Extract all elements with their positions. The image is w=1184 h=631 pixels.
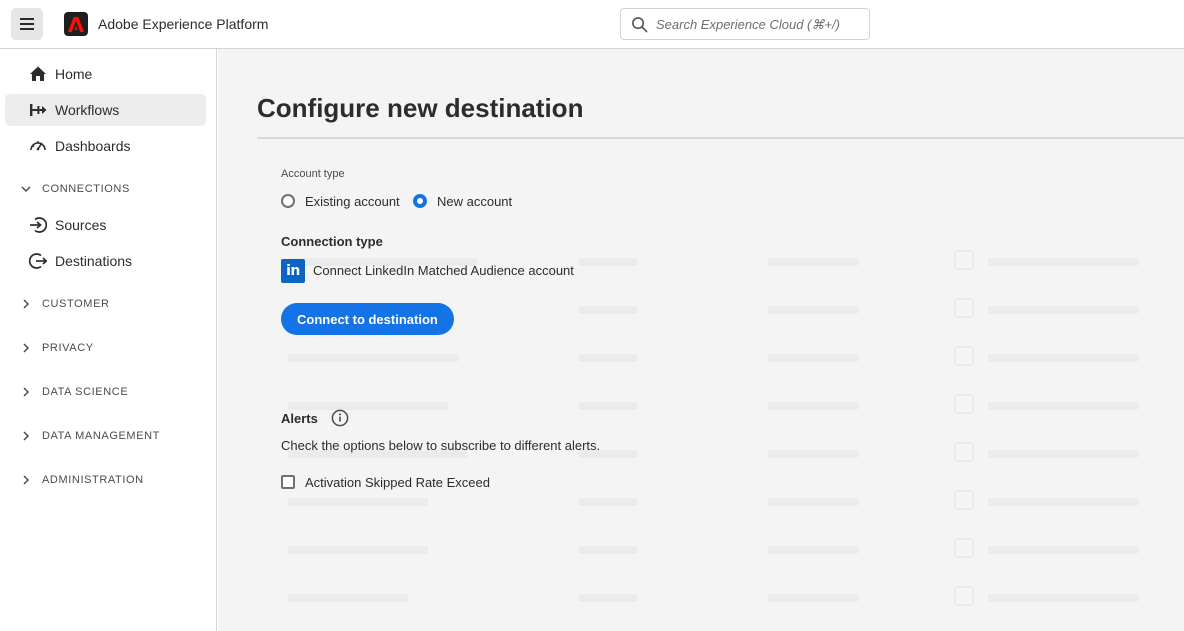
section-administration[interactable]: ADMINISTRATION	[20, 470, 144, 490]
section-label: PRIVACY	[42, 342, 94, 354]
section-data-science[interactable]: DATA SCIENCE	[20, 382, 128, 402]
title-divider	[257, 137, 1184, 139]
menu-toggle-button[interactable]	[11, 8, 43, 40]
page-title: Configure new destination	[257, 93, 584, 123]
adobe-logo-icon	[68, 16, 84, 32]
chevron-right-icon	[20, 474, 32, 486]
radio-new-account[interactable]: New account	[413, 191, 512, 211]
sidebar-item-sources[interactable]: Sources	[5, 209, 206, 241]
alerts-heading: Alerts	[281, 409, 349, 427]
linkedin-connection: in Connect LinkedIn Matched Audience acc…	[281, 258, 574, 283]
sidebar-item-home[interactable]: Home	[5, 58, 206, 90]
section-customer[interactable]: CUSTOMER	[20, 294, 110, 314]
radio-button[interactable]	[281, 194, 295, 208]
background-row	[278, 538, 1158, 559]
workflows-icon	[28, 100, 48, 120]
radio-button-selected[interactable]	[413, 194, 427, 208]
sidebar: Home Workflows Dashboards CONNECTIONS So…	[0, 49, 217, 631]
linkedin-logo-text: in	[286, 262, 300, 279]
checkbox[interactable]	[281, 475, 295, 489]
search-icon	[632, 16, 648, 32]
adobe-logo[interactable]	[64, 12, 88, 36]
sidebar-item-label: Sources	[55, 217, 107, 233]
sidebar-item-label: Dashboards	[55, 138, 131, 154]
linkedin-logo-icon: in	[281, 258, 305, 283]
sidebar-item-label: Workflows	[55, 102, 120, 118]
dashboard-icon	[28, 136, 48, 156]
section-label: DATA SCIENCE	[42, 386, 129, 398]
sidebar-item-destinations[interactable]: Destinations	[5, 245, 206, 277]
sidebar-item-dashboards[interactable]: Dashboards	[5, 130, 206, 162]
chevron-right-icon	[20, 342, 32, 354]
connect-to-destination-button[interactable]: Connect to destination	[281, 303, 454, 335]
sidebar-item-label: Destinations	[55, 253, 133, 269]
radio-label: Existing account	[305, 193, 400, 209]
connection-label: Connect LinkedIn Matched Audience accoun…	[313, 263, 574, 278]
chevron-right-icon	[20, 298, 32, 310]
section-data-management[interactable]: DATA MANAGEMENT	[20, 426, 160, 446]
chevron-right-icon	[20, 386, 32, 398]
section-label: CONNECTIONS	[42, 183, 130, 195]
chevron-down-icon	[20, 183, 32, 195]
chevron-right-icon	[20, 430, 32, 442]
search-input[interactable]	[656, 16, 856, 32]
destinations-icon	[28, 251, 48, 271]
background-row	[278, 490, 1158, 511]
section-connections[interactable]: CONNECTIONS	[20, 179, 130, 199]
section-privacy[interactable]: PRIVACY	[20, 338, 94, 358]
section-label: ADMINISTRATION	[42, 474, 144, 486]
info-icon[interactable]	[331, 409, 349, 427]
section-label: CUSTOMER	[42, 298, 110, 310]
top-bar: Adobe Experience Platform	[0, 0, 1184, 49]
radio-existing-account[interactable]: Existing account	[281, 191, 400, 211]
radio-label: New account	[437, 193, 513, 209]
section-label: DATA MANAGEMENT	[42, 430, 160, 442]
background-row	[278, 586, 1158, 607]
app-title[interactable]: Adobe Experience Platform	[98, 16, 268, 32]
alert-option-activation-skipped[interactable]: Activation Skipped Rate Exceed	[281, 472, 490, 492]
main-panel: Configure new destination Account type E…	[218, 49, 1184, 631]
home-icon	[28, 64, 48, 84]
search-box[interactable]	[620, 8, 870, 40]
background-row	[278, 394, 1158, 415]
sources-icon	[28, 215, 48, 235]
connection-type-label: Connection type	[281, 234, 383, 249]
hamburger-icon	[20, 18, 34, 30]
checkbox-label: Activation Skipped Rate Exceed	[305, 474, 490, 490]
background-row	[278, 346, 1158, 367]
alerts-description: Check the options below to subscribe to …	[281, 438, 601, 453]
sidebar-item-label: Home	[55, 66, 93, 82]
sidebar-item-workflows[interactable]: Workflows	[5, 94, 206, 126]
account-type-label: Account type	[281, 168, 345, 180]
alerts-title: Alerts	[281, 410, 318, 426]
